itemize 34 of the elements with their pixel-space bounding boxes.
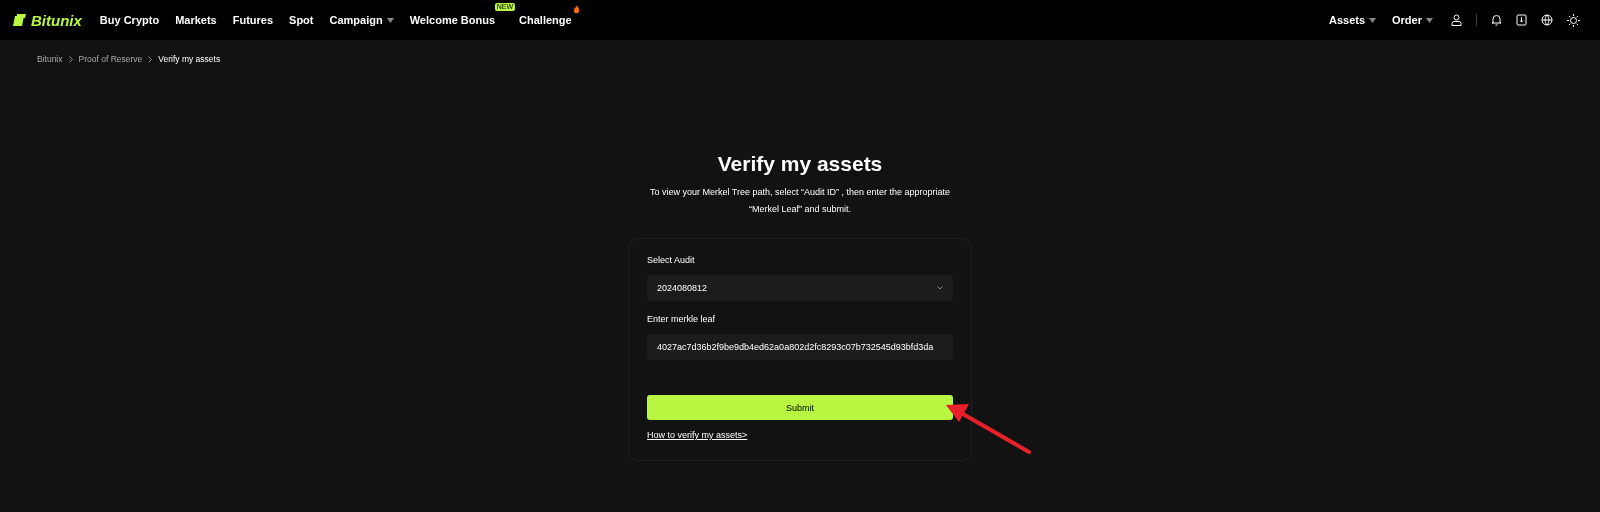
nav-dropdown[interactable]: Order (1392, 14, 1433, 26)
logo-icon (12, 14, 26, 26)
help-link[interactable]: How to verify my assets> (647, 430, 748, 440)
page-title: Verify my assets (717, 152, 883, 176)
sun-icon[interactable] (1567, 13, 1580, 27)
chevron-icon (148, 55, 153, 63)
description-text: To view your Merkel Tree path, select “Audit ID” , then enter the appropriate “Merkel Leaf” and submit. (648, 186, 952, 216)
chevron-icon (68, 55, 73, 63)
caret-icon (386, 17, 394, 23)
nav-link[interactable]: Welcome Bonus (409, 14, 496, 26)
breadcrumb-link[interactable]: Verify my assets (158, 54, 221, 64)
nav-link[interactable]: Challenge (519, 14, 572, 26)
field-label: Select Audit (647, 255, 696, 265)
bell-icon[interactable] (1491, 14, 1502, 26)
flame-icon (572, 5, 580, 14)
nav-dropdown[interactable]: Assets (1328, 14, 1377, 26)
user-icon[interactable] (1451, 14, 1462, 26)
breadcrumb-link[interactable]: Bitunix (37, 54, 63, 64)
chevron-down-icon (937, 286, 943, 290)
input-field[interactable]: 4027ac7d36b2f9be9db4ed62a0a802d2fc8293c07b732545d93bfd3da (647, 334, 953, 360)
globe-icon[interactable] (1541, 14, 1553, 26)
submit-button[interactable]: Submit (647, 395, 953, 420)
nav-link[interactable]: Spot (289, 14, 314, 26)
nav-link[interactable]: Markets (175, 14, 217, 26)
nav-link[interactable]: Buy Crypto (99, 14, 160, 26)
nav-link[interactable]: Campaign (329, 14, 394, 26)
caret-icon (1369, 17, 1377, 23)
audit-select[interactable]: 2024080812 (647, 275, 953, 301)
field-label: Enter merkle leaf (647, 314, 717, 324)
caret-icon (1426, 17, 1433, 23)
nav-link[interactable]: Futures (232, 14, 274, 26)
breadcrumb-link[interactable]: Proof of Reserve (78, 54, 143, 64)
logo-text[interactable]: Bitunix (31, 11, 82, 29)
download-icon[interactable] (1516, 14, 1527, 26)
